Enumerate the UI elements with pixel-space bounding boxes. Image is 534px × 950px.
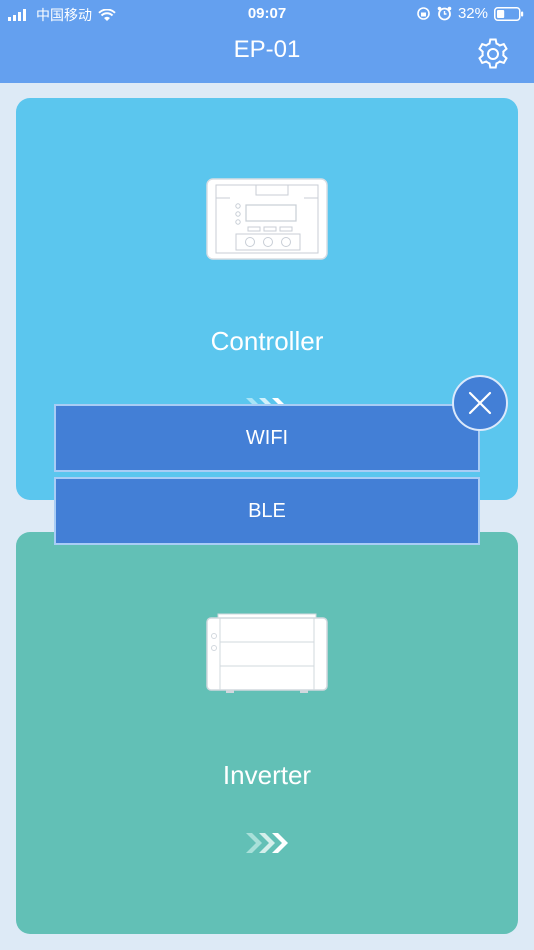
top-bar: 中国移动 09:07 32% EP-01 xyxy=(0,0,534,83)
rotation-lock-icon xyxy=(417,7,430,20)
gear-icon[interactable] xyxy=(476,37,510,71)
controller-label: Controller xyxy=(210,326,324,356)
inverter-card[interactable]: Inverter xyxy=(16,532,518,934)
status-bar: 中国移动 09:07 32% xyxy=(0,0,534,28)
battery-percentage: 32% xyxy=(457,5,488,22)
triple-chevron-right-icon xyxy=(246,833,288,853)
inverter-device-icon xyxy=(206,612,328,694)
close-icon xyxy=(468,391,492,415)
ble-option-button[interactable]: BLE xyxy=(54,477,480,545)
battery-icon xyxy=(494,6,524,21)
page-title: EP-01 xyxy=(233,36,301,63)
wifi-option-button[interactable]: WIFI xyxy=(54,404,480,472)
controller-device-icon xyxy=(206,178,328,260)
close-button[interactable] xyxy=(452,375,508,431)
alarm-icon xyxy=(437,6,452,21)
inverter-label: Inverter xyxy=(222,760,312,790)
